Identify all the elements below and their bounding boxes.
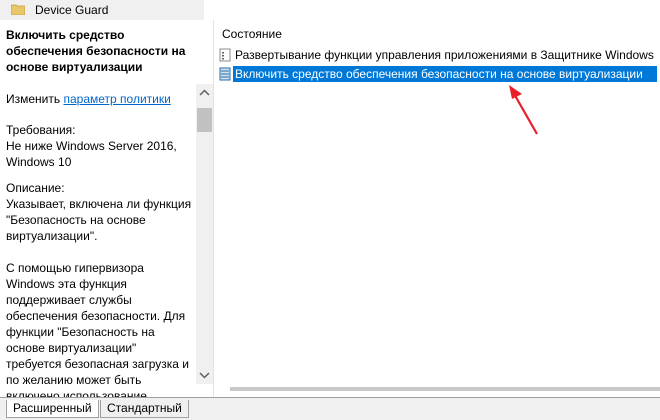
policy-title: Включить средство обеспечения безопаснос… [6,28,186,74]
settings-list: Состояние Развертывание функции управлен… [214,20,660,382]
hscroll-thumb[interactable] [230,387,660,391]
requirements-value: Не ниже Windows Server 2016, Windows 10 [6,139,177,169]
list-item-label: Развертывание функции управления приложе… [235,48,654,62]
column-header-state[interactable]: Состояние [222,27,282,41]
requirements: Требования: Не ниже Windows Server 2016,… [6,122,191,170]
title-bar-right [204,0,660,20]
folder-icon [11,4,25,15]
description-p2: С помощью гипервизора Windows эта функци… [6,261,189,397]
list-item-selected[interactable]: Включить средство обеспечения безопаснос… [217,66,657,82]
scroll-thumb[interactable] [197,108,212,132]
list-item[interactable]: Развертывание функции управления приложе… [217,47,657,63]
edit-policy-link[interactable]: параметр политики [63,92,170,106]
description-scrollbar[interactable] [196,84,213,384]
window-title: Device Guard [35,3,109,17]
policy-setting-icon [219,67,231,81]
description: Описание: Указывает, включена ли функция… [6,180,194,397]
tab-extended[interactable]: Расширенный [6,400,99,418]
tab-standard[interactable]: Стандартный [100,400,189,418]
description-label: Описание: [6,181,65,195]
description-pane: Включить средство обеспечения безопаснос… [0,20,196,397]
requirements-label: Требования: [6,123,76,137]
view-tabs: Расширенный Стандартный [0,397,660,420]
description-p1: Указывает, включена ли функция "Безопасн… [6,197,192,243]
list-item-label: Включить средство обеспечения безопаснос… [235,67,643,81]
edit-line: Изменить параметр политики [6,91,171,107]
list-horizontal-scrollbar[interactable] [214,382,660,397]
title-bar: Device Guard [0,0,660,20]
scroll-up-icon[interactable] [196,84,213,101]
annotation-arrow-icon [509,85,538,135]
folder-policy-icon [219,48,231,62]
edit-prefix: Изменить [6,92,61,106]
scroll-down-icon[interactable] [196,367,213,384]
